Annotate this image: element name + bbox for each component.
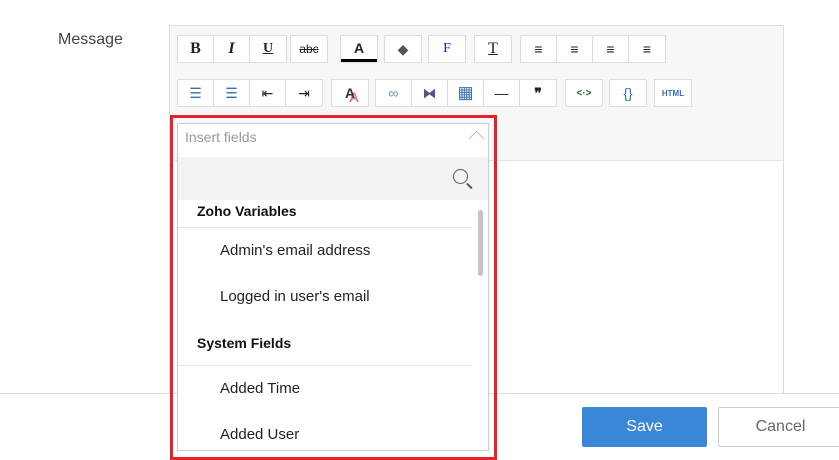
save-button[interactable]: Save [582, 407, 707, 447]
align-left-button[interactable]: ≡ [521, 36, 557, 62]
bg-group: ◆ [384, 35, 422, 63]
code-group: <·> [565, 79, 603, 107]
remove-format-button[interactable]: A [332, 80, 368, 106]
color-group: A [340, 35, 378, 63]
align-right-button[interactable]: ≡ [557, 36, 593, 62]
html-group: HTML [654, 79, 692, 107]
blockquote-button[interactable]: ❞ [520, 80, 556, 106]
list-item[interactable]: Logged in user's email [178, 274, 488, 320]
scrollbar[interactable] [478, 210, 483, 276]
clear-group: A [331, 79, 369, 107]
strikethrough-button[interactable]: abc [291, 36, 327, 62]
font-family-button[interactable]: F [429, 36, 465, 62]
cancel-button[interactable]: Cancel [718, 407, 839, 447]
code-button[interactable]: <·> [566, 80, 602, 106]
align-center-button[interactable]: ≡ [629, 36, 665, 62]
insert-fields-select[interactable]: Insert fields [178, 124, 488, 152]
source-group: {} [609, 79, 647, 107]
insert-fields-placeholder: Insert fields [185, 129, 257, 145]
bullet-list-button[interactable]: ☰ [178, 80, 214, 106]
list-item[interactable]: Added User [178, 412, 488, 450]
align-group: ≡ ≡ ≡ ≡ [520, 35, 666, 63]
horizontal-line-button[interactable]: — [484, 80, 520, 106]
search-input[interactable] [178, 157, 488, 200]
chevron-up-icon[interactable] [468, 130, 485, 147]
font-group: F [428, 35, 466, 63]
strike-group: abc [290, 35, 328, 63]
underline-button[interactable]: U [250, 36, 286, 62]
format-group: B I U [177, 35, 287, 63]
insert-group: ∞ ⧓ ▦ — ❞ [375, 79, 557, 107]
source-button[interactable]: {} [610, 80, 646, 106]
unlink-button[interactable]: ⧓ [412, 80, 448, 106]
font-color-button[interactable]: A [341, 36, 377, 62]
search-icon[interactable] [453, 169, 468, 184]
group-header: System Fields [178, 320, 472, 366]
background-color-button[interactable]: ◆ [385, 36, 421, 62]
insert-table-button[interactable]: ▦ [448, 80, 484, 106]
group-header: Zoho Variables [178, 200, 472, 228]
insert-fields-dropdown[interactable]: Insert fields Zoho Variables Admin's ema… [177, 123, 489, 451]
message-label: Message [58, 31, 123, 48]
list-group: ☰ ☰ ⇤ ⇥ [177, 79, 323, 107]
html-button[interactable]: HTML [655, 80, 691, 106]
size-group: T [474, 35, 512, 63]
insert-link-button[interactable]: ∞ [376, 80, 412, 106]
bold-button[interactable]: B [178, 36, 214, 62]
justify-button[interactable]: ≡ [593, 36, 629, 62]
font-size-button[interactable]: T [475, 36, 511, 62]
list-item[interactable]: Admin's email address [178, 228, 488, 274]
outdent-button[interactable]: ⇤ [250, 80, 286, 106]
list-item[interactable]: Added Time [178, 366, 488, 412]
indent-button[interactable]: ⇥ [286, 80, 322, 106]
numbered-list-button[interactable]: ☰ [214, 80, 250, 106]
italic-button[interactable]: I [214, 36, 250, 62]
